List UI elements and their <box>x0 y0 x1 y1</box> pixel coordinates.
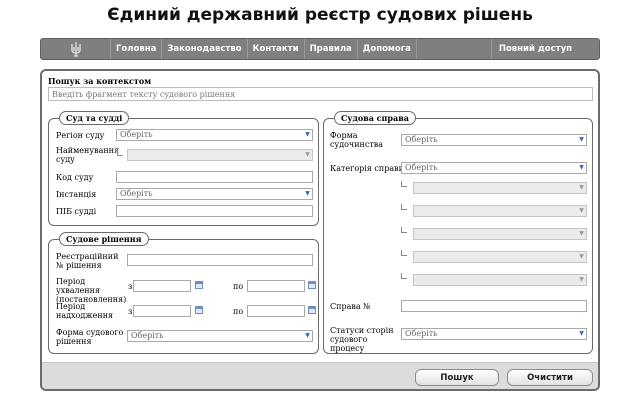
category-select-value: Оберіть <box>405 163 438 172</box>
calendar-icon[interactable] <box>195 281 203 289</box>
proceeding-form-label: Форма судочинства <box>330 131 384 149</box>
subcategory-select-2[interactable]: ▼ <box>413 205 587 217</box>
chevron-down-icon: ▼ <box>579 253 584 260</box>
proceeding-form-select-value: Оберіть <box>405 135 438 144</box>
calendar-icon[interactable] <box>195 306 203 314</box>
adopt-from-label: з <box>128 282 133 291</box>
nav-spacer <box>417 39 492 59</box>
chevron-down-icon: ▼ <box>579 164 584 171</box>
receipt-from-input[interactable] <box>133 305 191 317</box>
chevron-down-icon: ▼ <box>579 207 584 214</box>
case-fieldset: Судова справа Форма судочинства Оберіть … <box>323 111 593 354</box>
nav-item-rules[interactable]: Правила <box>305 39 358 59</box>
form-footer: Пошук Очистити <box>42 362 598 389</box>
tree-branch-icon <box>401 273 407 279</box>
case-legend: Судова справа <box>334 111 416 125</box>
parties-status-label: Статуси сторін судового процесу <box>330 326 394 353</box>
chevron-down-icon: ▼ <box>305 151 310 158</box>
judge-input[interactable] <box>116 205 313 217</box>
court-code-label: Код суду <box>56 173 94 182</box>
nav-item-help[interactable]: Допомога <box>358 39 417 59</box>
receipt-from-label: з <box>128 307 133 316</box>
search-button[interactable]: Пошук <box>415 369 499 386</box>
chevron-down-icon: ▼ <box>305 131 310 138</box>
receipt-to-input[interactable] <box>247 305 305 317</box>
context-search-input[interactable]: Введіть фрагмент тексту судового рішення <box>48 87 593 101</box>
subcategory-select-5[interactable]: ▼ <box>413 274 587 286</box>
decision-form-select-value: Оберіть <box>131 331 164 340</box>
proceeding-form-select[interactable]: Оберіть ▼ <box>401 134 587 146</box>
decision-legend: Судове рішення <box>59 232 149 246</box>
tree-branch-icon <box>401 227 407 233</box>
parties-status-select-value: Оберіть <box>405 329 438 338</box>
region-select[interactable]: Оберіть ▼ <box>116 129 313 141</box>
adopt-to-input[interactable] <box>247 280 305 292</box>
adopt-to-label: по <box>233 282 244 291</box>
nav-item-contacts[interactable]: Контакти <box>248 39 305 59</box>
adopt-from-input[interactable] <box>133 280 191 292</box>
nav-item-full-access[interactable]: Повний доступ <box>492 39 599 59</box>
subcategory-select-3[interactable]: ▼ <box>413 228 587 240</box>
main-nav: Головна Законодавство Контакти Правила Д… <box>40 38 600 60</box>
court-name-select[interactable]: ▼ <box>127 149 313 161</box>
context-search-label: Пошук за контекстом <box>48 76 152 86</box>
court-name-label: Найменування суду <box>56 146 120 164</box>
instance-label: Інстанція <box>56 190 97 199</box>
tree-branch-icon <box>117 150 123 156</box>
tree-branch-icon <box>401 204 407 210</box>
trident-icon[interactable] <box>41 39 111 59</box>
page-title: Єдиний державний реєстр судових рішень <box>107 5 533 25</box>
court-legend: Суд та судді <box>59 111 130 125</box>
decision-form-select[interactable]: Оберіть ▼ <box>127 330 313 342</box>
court-code-input[interactable] <box>116 171 313 183</box>
category-label: Категорія справи <box>330 164 404 173</box>
reg-no-input[interactable] <box>127 254 313 266</box>
case-no-input[interactable] <box>401 300 587 312</box>
nav-item-home[interactable]: Головна <box>111 39 163 59</box>
chevron-down-icon: ▼ <box>305 190 310 197</box>
nav-item-legislation[interactable]: Законодавство <box>162 39 248 59</box>
search-panel: Пошук за контекстом Введіть фрагмент тек… <box>40 69 600 391</box>
decision-fieldset: Судове рішення Реєстраційний № рішення П… <box>48 232 319 354</box>
case-no-label: Справа № <box>330 302 371 311</box>
judge-label: ПІБ судді <box>56 207 97 216</box>
parties-status-select[interactable]: Оберіть ▼ <box>401 328 587 340</box>
court-fieldset: Суд та судді Регіон суду Оберіть ▼ Найме… <box>48 111 319 226</box>
chevron-down-icon: ▼ <box>305 332 310 339</box>
tree-branch-icon <box>401 181 407 187</box>
adopt-period-label: Період ухвалення (постановлення) <box>56 277 127 304</box>
region-label: Регіон суду <box>56 131 105 140</box>
receipt-period-label: Період надходження <box>56 302 114 320</box>
decision-form-label: Форма судового рішення <box>56 328 124 346</box>
region-select-value: Оберіть <box>120 130 153 139</box>
receipt-to-label: по <box>233 307 244 316</box>
subcategory-select-4[interactable]: ▼ <box>413 251 587 263</box>
clear-button[interactable]: Очистити <box>507 369 593 386</box>
instance-select-value: Оберіть <box>120 189 153 198</box>
chevron-down-icon: ▼ <box>579 230 584 237</box>
subcategory-select-1[interactable]: ▼ <box>413 182 587 194</box>
category-select[interactable]: Оберіть ▼ <box>401 162 587 174</box>
tree-branch-icon <box>401 250 407 256</box>
chevron-down-icon: ▼ <box>579 330 584 337</box>
chevron-down-icon: ▼ <box>579 136 584 143</box>
calendar-icon[interactable] <box>308 306 316 314</box>
chevron-down-icon: ▼ <box>579 184 584 191</box>
instance-select[interactable]: Оберіть ▼ <box>116 188 313 200</box>
calendar-icon[interactable] <box>308 281 316 289</box>
chevron-down-icon: ▼ <box>579 276 584 283</box>
reg-no-label: Реєстраційний № рішення <box>56 252 119 270</box>
